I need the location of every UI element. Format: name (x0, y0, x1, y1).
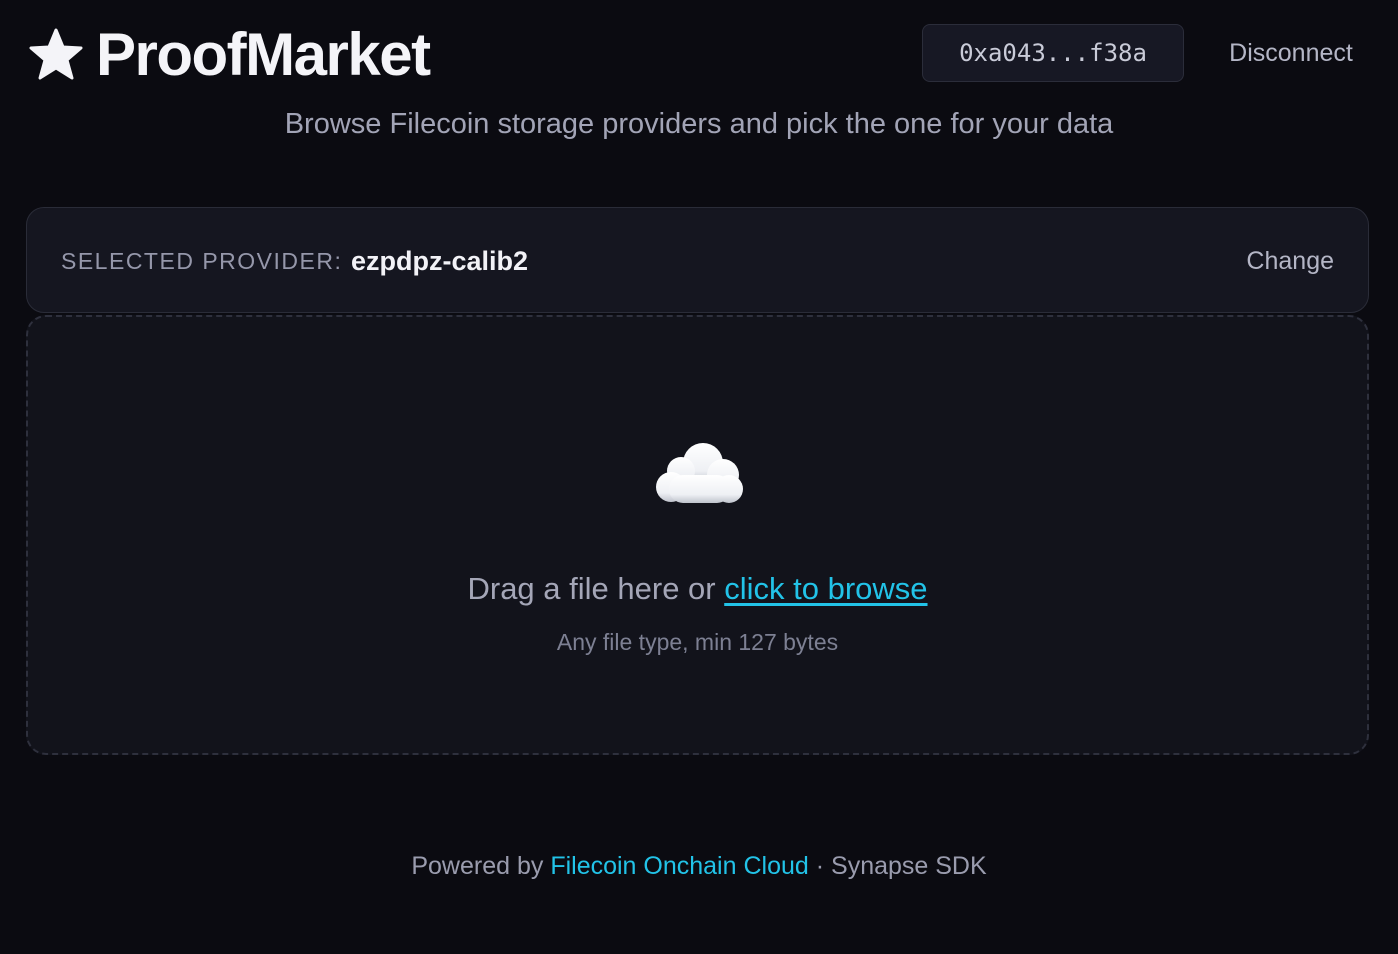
cloud-icon (651, 439, 747, 509)
disconnect-button[interactable]: Disconnect (1212, 24, 1370, 82)
footer-suffix: · Synapse SDK (808, 852, 987, 880)
drop-prompt: Drag a file here or click to browse (28, 571, 1367, 607)
drop-prompt-text: Drag a file here or (467, 571, 725, 606)
selected-provider-name: ezpdpz-calib2 (351, 245, 529, 276)
wallet-address-badge[interactable]: 0xa043...f38a (922, 24, 1184, 82)
footer: Powered by Filecoin Onchain Cloud · Syna… (0, 852, 1398, 881)
star-icon (28, 27, 84, 83)
drop-hint: Any file type, min 127 bytes (556, 629, 839, 655)
brand-title: ProofMarket (96, 21, 431, 88)
filecoin-onchain-cloud-link[interactable]: Filecoin Onchain Cloud (550, 852, 808, 880)
footer-powered-by: Powered by (411, 852, 551, 880)
selected-provider-card: SELECTED PROVIDER: ezpdpz-calib2 Change (26, 207, 1369, 313)
brand: ProofMarket (28, 21, 431, 88)
file-dropzone[interactable]: Drag a file here or click to browse Any … (26, 315, 1369, 755)
page: ProofMarket 0xa043...f38a Disconnect Bro… (0, 0, 1398, 954)
browse-link[interactable]: click to browse (724, 571, 927, 606)
page-subtitle: Browse Filecoin storage providers and pi… (284, 108, 1114, 140)
change-provider-button[interactable]: Change (1246, 208, 1334, 314)
selected-provider-label: SELECTED PROVIDER: (61, 247, 343, 274)
